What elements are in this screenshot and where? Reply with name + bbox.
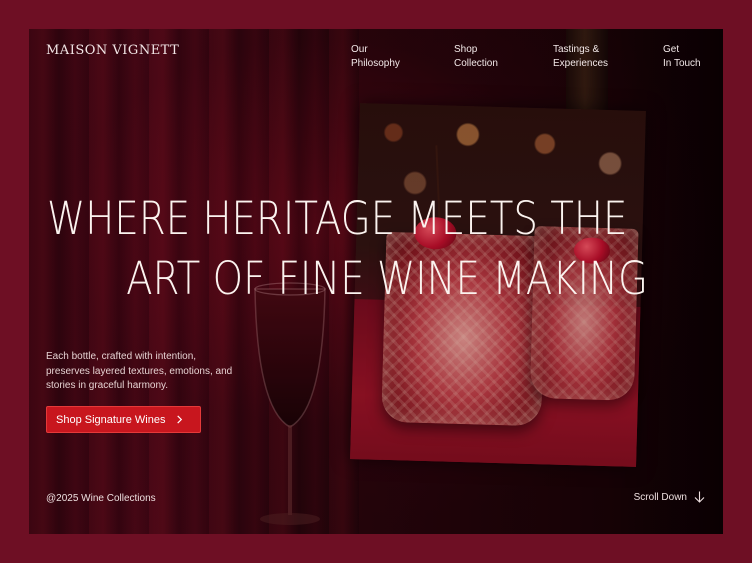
brand-logo[interactable]: MAISON VIGNETT (46, 43, 179, 58)
arrow-down-icon (694, 491, 705, 503)
nav-item-tastings[interactable]: Tastings & Experiences (553, 43, 633, 71)
nav-item-shop-collection[interactable]: Shop Collection (454, 43, 534, 71)
cta-label: Shop Signature Wines (56, 413, 166, 426)
hero-section: MAISON VIGNETT Our Philosophy Shop Colle… (29, 29, 723, 534)
nav-item-contact[interactable]: Get In Touch (663, 43, 713, 71)
scroll-down-link[interactable]: Scroll Down (634, 491, 705, 503)
copyright-text: @2025 Wine Collections (46, 493, 156, 504)
chevron-right-icon (177, 415, 183, 424)
hero-title-line-2: ART OF FINE WINE MAKING (126, 252, 648, 305)
hero-description: Each bottle, crafted with intention, pre… (46, 351, 233, 391)
nav-item-philosophy[interactable]: Our Philosophy (351, 43, 431, 71)
shop-signature-wines-button[interactable]: Shop Signature Wines (46, 406, 201, 433)
hero-title: WHERE HERITAGE MEETS THE ART OF FINE WIN… (47, 189, 707, 309)
scroll-down-label: Scroll Down (633, 491, 687, 503)
hero-title-line-1: WHERE HERITAGE MEETS THE (47, 192, 628, 245)
